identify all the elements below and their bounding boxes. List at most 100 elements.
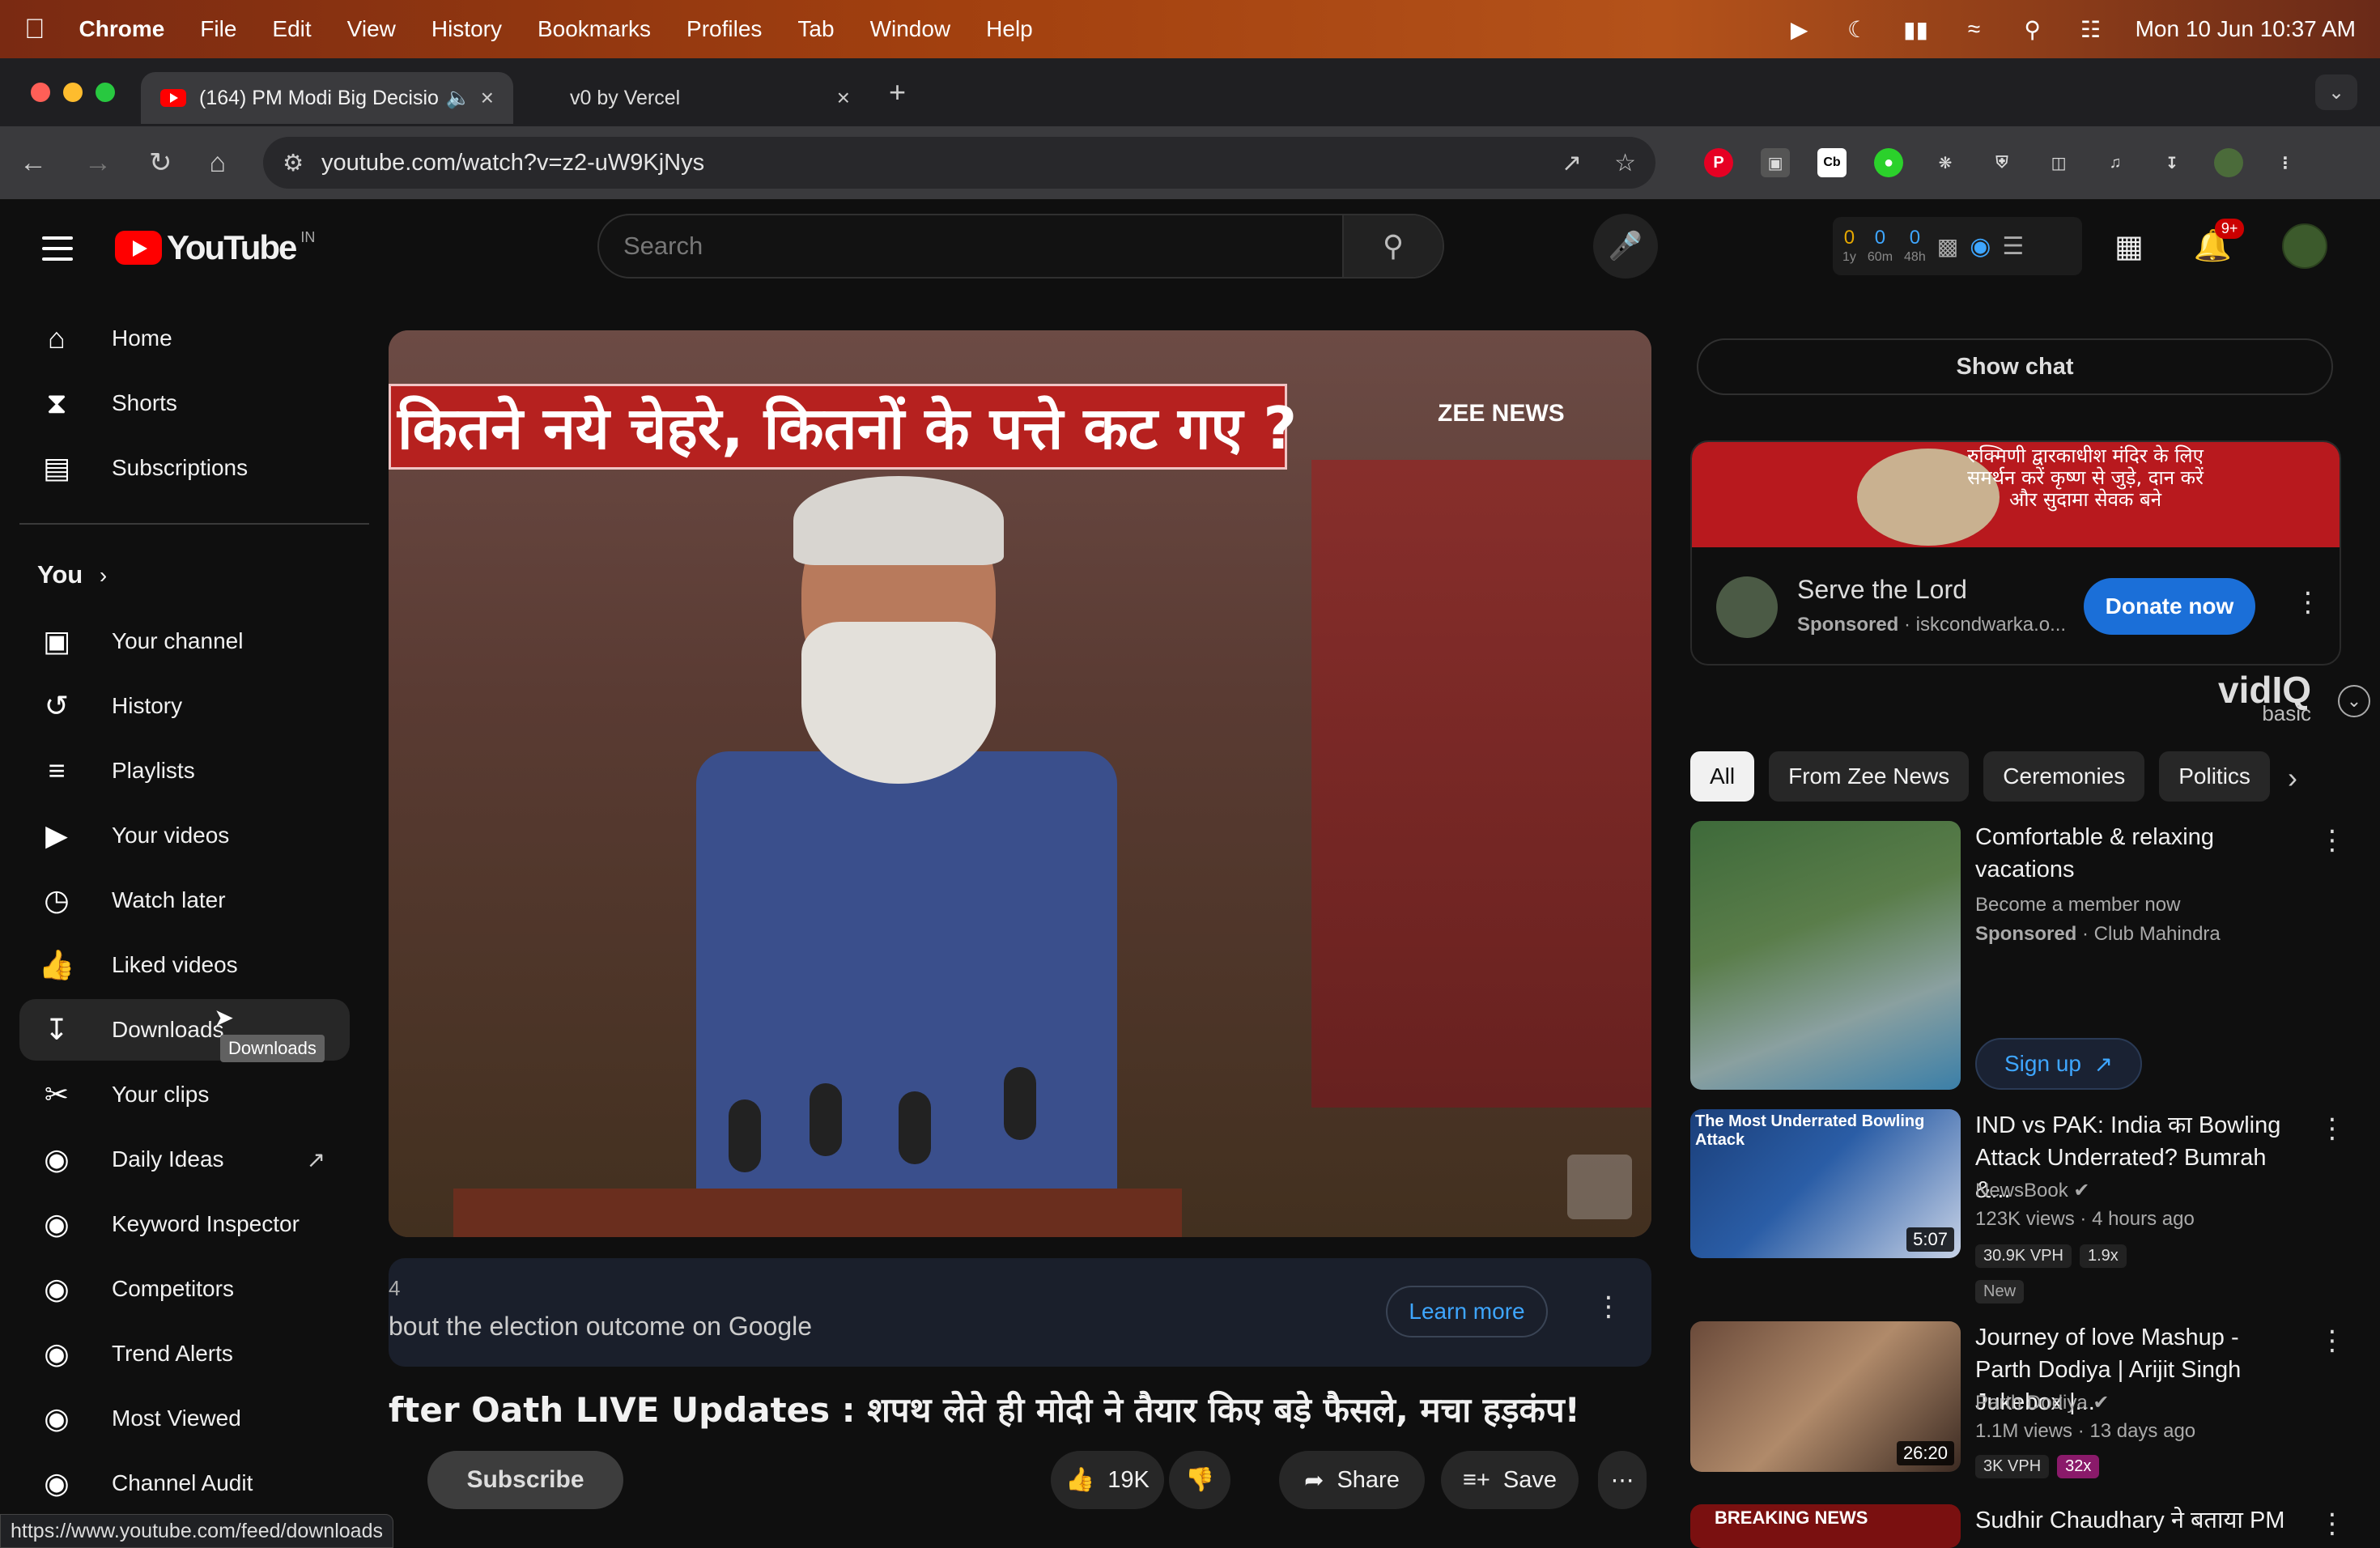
ad-title[interactable]: Comfortable & relaxing vacations [1975, 821, 2299, 886]
related-ad-item[interactable]: Comfortable & relaxing vacations Become … [1690, 821, 2346, 1090]
search-icon[interactable]: ⚲ [1342, 215, 1443, 277]
site-info-icon[interactable]: ⚙ [283, 149, 304, 177]
item-more-icon[interactable]: ⋮ [2318, 1325, 2346, 1357]
save-button[interactable]: ≡+ Save [1441, 1451, 1579, 1509]
sidebar-item-daily-ideas[interactable]: ◉ Daily Ideas ↗ [19, 1129, 350, 1190]
sidebar-item-your-videos[interactable]: ▶ Your videos [19, 805, 350, 866]
sign-up-button[interactable]: Sign up ↗ [1975, 1038, 2142, 1090]
item-more-icon[interactable]: ⋮ [2318, 1508, 2338, 1540]
pinterest-extension-icon[interactable]: P [1704, 148, 1734, 177]
green-extension-icon[interactable]: ● [1874, 148, 1904, 177]
voice-search-icon[interactable]: 🎤 [1593, 214, 1658, 279]
window-extension-icon[interactable]: ▣ [1761, 148, 1791, 177]
tab-vercel[interactable]: v0 by Vercel × [513, 72, 869, 124]
bookmark-star-icon[interactable]: ☆ [1614, 149, 1636, 177]
advertiser-name[interactable]: Serve the Lord [1797, 575, 1967, 605]
zoom-window-button[interactable] [96, 83, 115, 102]
forward-icon[interactable]: → [84, 147, 112, 179]
control-center-icon[interactable]: ☷ [2077, 17, 2105, 42]
create-video-icon[interactable]: ▦ [2114, 228, 2144, 265]
sidebar-item-competitors[interactable]: ◉ Competitors [19, 1258, 350, 1320]
sidebar-item-history[interactable]: ↺ History [19, 675, 350, 737]
sidebar-item-liked-videos[interactable]: 👍 Liked videos [19, 934, 350, 996]
sidebar-item-your-channel[interactable]: ▣ Your channel [19, 610, 350, 672]
address-bar[interactable]: ⚙ youtube.com/watch?v=z2-uW9KjNys ↗ ☆ [263, 137, 1656, 189]
chevron-down-icon[interactable]: ⌄ [2338, 685, 2370, 717]
ad-more-icon[interactable]: ⋮ [2294, 586, 2322, 619]
minimize-window-button[interactable] [63, 83, 83, 102]
video-thumbnail[interactable]: 26:20 [1690, 1321, 1961, 1472]
tab-youtube[interactable]: (164) PM Modi Big Decisio 🔈 × [141, 72, 513, 124]
stats-chart-icon[interactable]: ▩ [1937, 233, 1958, 260]
youtube-logo[interactable]: YouTube IN [115, 228, 315, 267]
home-icon[interactable]: ⌂ [210, 147, 227, 179]
like-button[interactable]: 👍 19K [1051, 1451, 1164, 1509]
sidebar-you-header[interactable]: You › [37, 560, 107, 589]
moon-icon[interactable]: ☾ [1844, 17, 1872, 42]
related-video-item[interactable]: BREAKING NEWS Sudhir Chaudhary ने बताया … [1690, 1504, 2338, 1548]
tab-search-button[interactable]: ⌄ [2315, 74, 2357, 110]
search-box[interactable]: Search ⚲ [597, 214, 1444, 279]
chrome-menu-icon[interactable]: ⋮ [2271, 148, 2300, 177]
vidiq-badge-icon[interactable]: ◉ [1970, 232, 1991, 261]
new-tab-button[interactable]: + [889, 75, 906, 109]
back-icon[interactable]: ← [19, 147, 47, 179]
channel-name[interactable]: NewsBook ✔ [1975, 1179, 2090, 1202]
battery-icon[interactable]: ▮▮ [1902, 17, 1930, 42]
close-window-button[interactable] [31, 83, 50, 102]
sidebar-item-trend-alerts[interactable]: ◉ Trend Alerts [19, 1323, 350, 1384]
hamburger-menu-icon[interactable] [42, 236, 73, 268]
sidebar-item-subscriptions[interactable]: ▤ Subscriptions [19, 437, 350, 499]
sidebar-item-shorts[interactable]: ⧗ Shorts [19, 372, 350, 434]
list-icon[interactable]: ☰ [2002, 232, 2024, 261]
show-chat-button[interactable]: Show chat [1697, 338, 2333, 395]
menu-bookmarks[interactable]: Bookmarks [538, 16, 651, 42]
ad-banner[interactable]: रुक्मिणी द्वारकाधीश मंदिर के लिए समर्थन … [1692, 442, 2340, 547]
wifi-icon[interactable]: ≈ [1961, 16, 1988, 41]
search-input[interactable]: Search [599, 232, 1342, 261]
dislike-button[interactable]: 👎 [1169, 1451, 1230, 1509]
sidebar-item-home[interactable]: ⌂ Home [19, 308, 350, 369]
subscribe-button[interactable]: Subscribe [427, 1451, 623, 1509]
media-control-icon[interactable]: ♫ [2101, 148, 2130, 177]
video-title[interactable]: Sudhir Chaudhary ने बताया PM [1975, 1504, 2299, 1537]
apple-icon[interactable]:  [24, 14, 45, 45]
menu-app[interactable]: Chrome [79, 16, 165, 42]
sidebar-item-channel-audit[interactable]: ◉ Channel Audit [19, 1452, 350, 1514]
download-icon[interactable]: ↧ [2157, 148, 2187, 177]
vidiq-stats-widget[interactable]: 0 1y 0 60m 0 48h ▩ ◉ ☰ [1833, 217, 2082, 275]
spotlight-icon[interactable]: ⚲ [2019, 17, 2046, 42]
sponsored-ad-card[interactable]: रुक्मिणी द्वारकाधीश मंदिर के लिए समर्थन … [1690, 440, 2341, 666]
video-player[interactable]: कितने नये चेहरे, कितनों के पत्ते कट गए ?… [389, 330, 1651, 1237]
item-more-icon[interactable]: ⋮ [2318, 1112, 2346, 1145]
reload-icon[interactable]: ↻ [149, 147, 172, 179]
sidebar-item-watch-later[interactable]: ◷ Watch later [19, 870, 350, 931]
donate-now-button[interactable]: Donate now [2084, 578, 2255, 635]
learn-more-button[interactable]: Learn more [1386, 1286, 1548, 1337]
video-thumbnail[interactable]: BREAKING NEWS [1690, 1504, 1961, 1548]
menu-file[interactable]: File [200, 16, 236, 42]
more-actions-icon[interactable]: ⋯ [1598, 1451, 1647, 1509]
video-thumbnail[interactable]: The Most Underrated Bowling Attack 5:07 [1690, 1109, 1961, 1258]
menu-edit[interactable]: Edit [272, 16, 311, 42]
item-more-icon[interactable]: ⋮ [2318, 824, 2346, 857]
chip-from-zee-news[interactable]: From Zee News [1769, 751, 1970, 802]
share-button[interactable]: ➦ Share [1279, 1451, 1425, 1509]
related-video-item[interactable]: 26:20 Journey of love Mashup - Parth Dod… [1690, 1321, 2346, 1478]
sidebar-item-playlists[interactable]: ≡ Playlists [19, 740, 350, 802]
url-text[interactable]: youtube.com/watch?v=z2-uW9KjNys [321, 150, 704, 176]
chip-politics[interactable]: Politics [2159, 751, 2270, 802]
chip-ceremonies[interactable]: Ceremonies [1983, 751, 2145, 802]
play-status-icon[interactable]: ▶ [1786, 17, 1813, 42]
sidebar-item-most-viewed[interactable]: ◉ Most Viewed [19, 1388, 350, 1449]
close-tab-icon[interactable]: × [837, 85, 850, 111]
ad-thumbnail[interactable] [1690, 821, 1961, 1090]
extensions-puzzle-icon[interactable]: ◫ [2044, 148, 2073, 177]
menu-view[interactable]: View [347, 16, 396, 42]
menu-profiles[interactable]: Profiles [686, 16, 762, 42]
open-external-icon[interactable]: ↗ [1562, 149, 1582, 177]
ad-more-icon[interactable]: ⋮ [1595, 1291, 1622, 1323]
cb-extension-icon[interactable]: Cb [1817, 148, 1847, 177]
notifications-bell-icon[interactable]: 🔔 9+ [2194, 219, 2245, 264]
close-tab-icon[interactable]: × [481, 85, 494, 111]
